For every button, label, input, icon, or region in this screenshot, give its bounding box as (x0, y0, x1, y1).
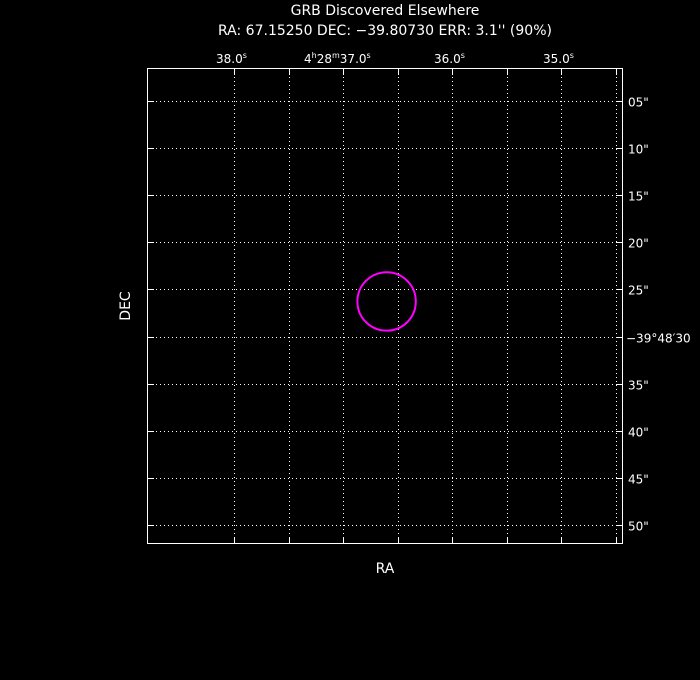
ra-tick-label-35: 35.0s (543, 51, 574, 66)
dec-tick-label: 50" (628, 520, 649, 534)
error-circle (356, 271, 417, 332)
chart-title: GRB Discovered Elsewhere (291, 3, 480, 19)
y-axis-label: DEC (118, 291, 134, 321)
dec-tick-label: 45" (628, 473, 649, 487)
ra-tick-label-38: 38.0s (216, 51, 247, 66)
dec-grid (148, 101, 622, 526)
x-axis-label: RA (376, 561, 395, 577)
ra-tick-label-37: 4h28m37.0s (304, 51, 371, 66)
ra-tick-label-36: 36.0s (434, 51, 465, 66)
plot-frame (147, 68, 623, 544)
dec-tick-label: 40" (628, 426, 649, 440)
ra-grid (234, 69, 617, 543)
dec-tick-label: 25" (628, 284, 649, 298)
chart-subtitle: RA: 67.15250 DEC: −39.80730 ERR: 3.1'' (… (218, 23, 552, 39)
dec-tick-label: 35" (628, 379, 649, 393)
dec-tick-label: 05" (628, 96, 649, 110)
dec-tick-label: 20" (628, 237, 649, 251)
chart: GRB Discovered Elsewhere RA: 67.15250 DE… (118, 3, 691, 577)
dec-tick-label: 15" (628, 190, 649, 204)
dec-tick-label: 10" (628, 143, 649, 157)
dec-tick-label: −39°48′30 (626, 332, 691, 346)
dec-tick-labels: 05" 10" 15" 20" 25" −39°48′30 35" 40" 45" 50" (626, 96, 691, 534)
